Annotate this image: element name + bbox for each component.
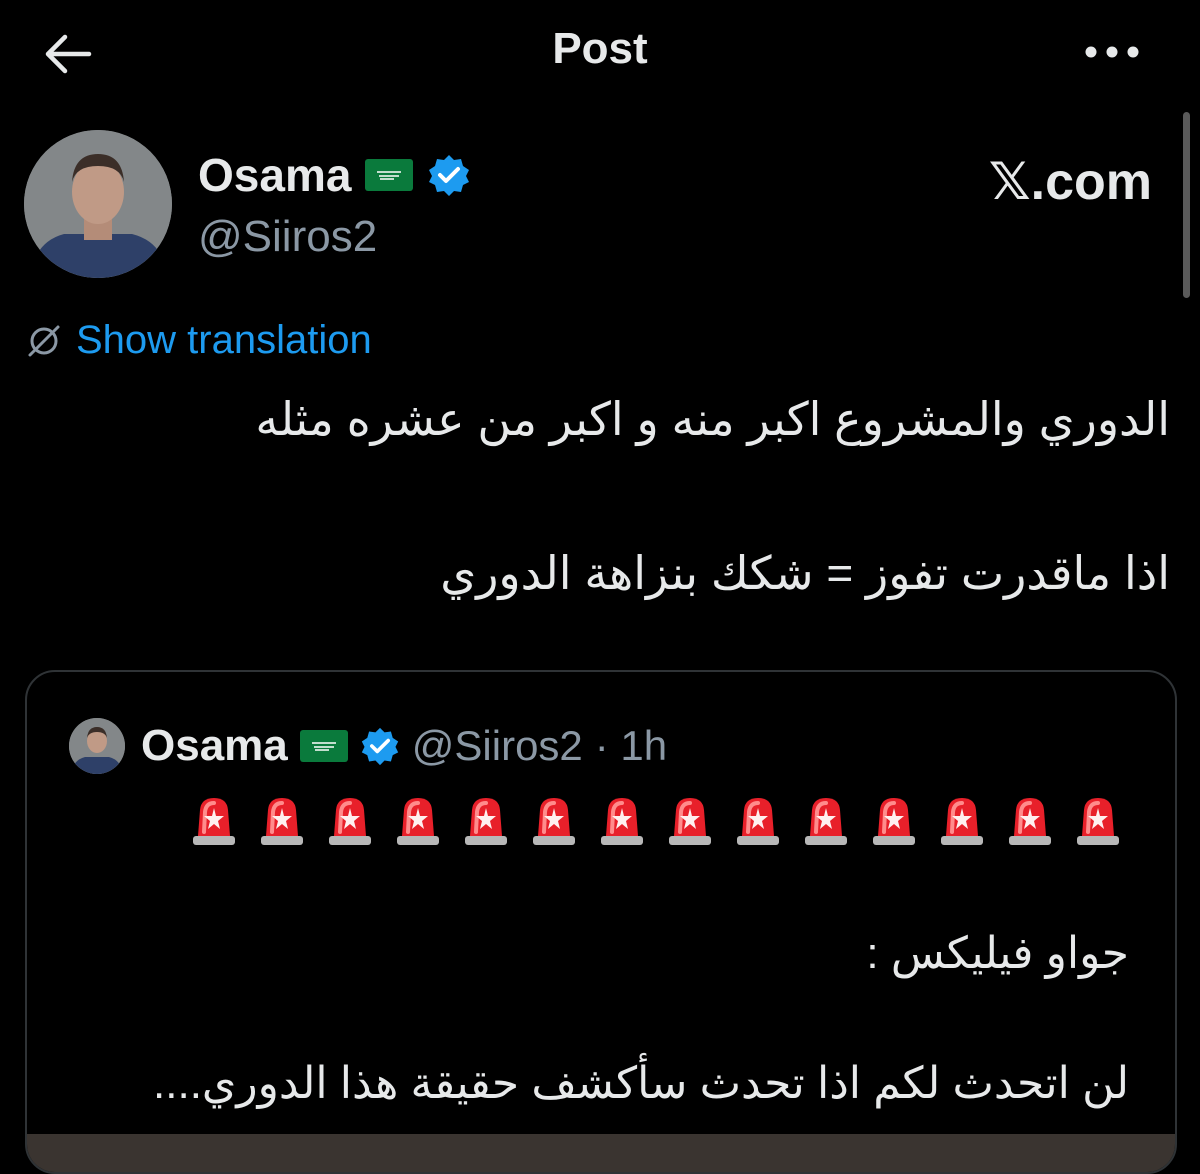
- quote-text-line-2: لن اتحدث لكم اذا تحدث سأكشف حقيقة هذا ال…: [153, 1059, 1129, 1108]
- author-display-name[interactable]: Osama: [198, 148, 351, 202]
- police-siren-icon: [1073, 792, 1123, 848]
- translate-icon: [28, 325, 60, 356]
- police-siren-icon: [461, 792, 511, 848]
- saudi-flag-icon: [299, 730, 348, 762]
- quote-display-name[interactable]: Osama: [141, 721, 288, 771]
- quote-media-image[interactable]: [27, 1134, 1175, 1172]
- police-siren-icon: [733, 792, 783, 848]
- police-siren-icon: [869, 792, 919, 848]
- verified-badge-icon: [429, 155, 470, 196]
- page-title: Post: [552, 24, 648, 73]
- scrollbar[interactable]: [1183, 112, 1190, 298]
- quoted-post[interactable]: Osama @Siiros2 · 1h جواو فيليكس : لن اتح…: [25, 670, 1177, 1174]
- saudi-flag-icon: [365, 159, 414, 191]
- quote-handle[interactable]: @Siiros2: [412, 722, 583, 770]
- quote-avatar[interactable]: [69, 718, 125, 774]
- avatar[interactable]: [24, 130, 172, 278]
- xcom-watermark: 𝕏.com: [988, 153, 1152, 211]
- police-siren-icon: [325, 792, 375, 848]
- quote-timestamp[interactable]: · 1h: [595, 722, 667, 770]
- police-siren-icon: [529, 792, 579, 848]
- author-handle[interactable]: @Siiros2: [198, 212, 377, 262]
- post-text-line-2: اذا ماقدرت تفوز = شكك بنزاهة الدوري: [440, 547, 1170, 599]
- show-translation-label: Show translation: [76, 318, 372, 362]
- police-siren-icon: [257, 792, 307, 848]
- verified-badge-icon: [361, 727, 398, 766]
- police-siren-icon: [1005, 792, 1055, 848]
- police-siren-icon: [393, 792, 443, 848]
- more-options-button[interactable]: [1080, 30, 1144, 74]
- quote-text-line-1: جواو فيليكس :: [866, 929, 1129, 978]
- post-author: Osama @Siiros2 𝕏.com: [24, 130, 1174, 280]
- post-text-line-1: الدوري والمشروع اكبر منه و اكبر من عشره …: [255, 393, 1170, 445]
- top-bar: Post: [0, 0, 1200, 104]
- author-name-line: Osama: [198, 148, 471, 202]
- siren-emoji-row: [189, 792, 1123, 848]
- police-siren-icon: [937, 792, 987, 848]
- show-translation-link[interactable]: Show translation: [24, 318, 372, 363]
- quote-header: Osama @Siiros2 · 1h: [69, 718, 667, 774]
- police-siren-icon: [801, 792, 851, 848]
- police-siren-icon: [665, 792, 715, 848]
- police-siren-icon: [189, 792, 239, 848]
- more-horizontal-icon: [1085, 46, 1139, 58]
- police-siren-icon: [597, 792, 647, 848]
